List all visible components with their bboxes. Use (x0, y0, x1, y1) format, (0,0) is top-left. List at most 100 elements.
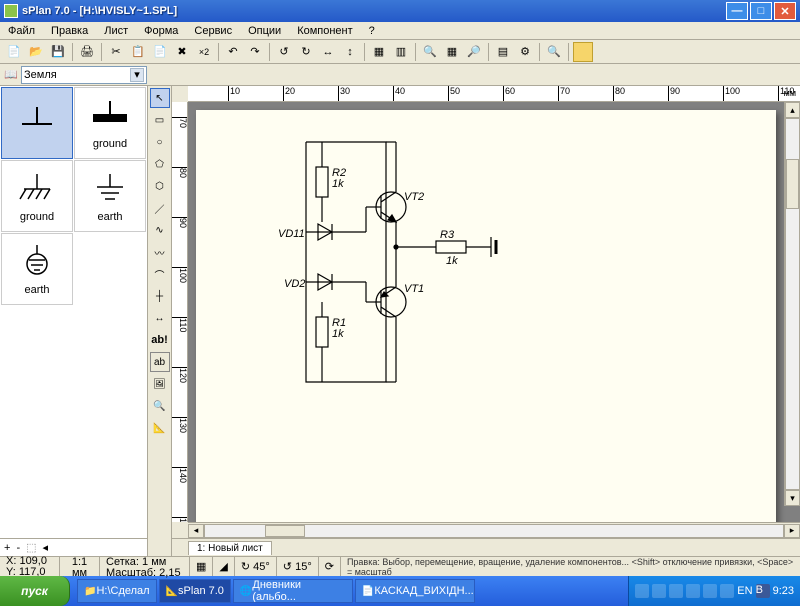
color-icon[interactable] (573, 42, 593, 62)
redo-icon[interactable]: ↷ (245, 42, 265, 62)
dimension-tool-icon[interactable]: ↔ (150, 308, 170, 328)
flip-h-icon[interactable]: ↔ (318, 42, 338, 62)
main-toolbar: 📄 📂 💾 🖨 ✂ 📋 📄 ✖ ×2 ↶ ↷ ↺ ↻ ↔ ↕ ▦ ▥ 🔍 ▦ 🔎… (0, 40, 800, 64)
open-icon[interactable]: 📂 (26, 42, 46, 62)
delete-icon[interactable]: ✖ (172, 42, 192, 62)
library-combo[interactable]: Земля ▾ (21, 66, 147, 84)
lib-item-earth-2[interactable]: earth (1, 233, 73, 305)
zoom-in-icon[interactable]: 🔍 (544, 42, 564, 62)
search-icon[interactable]: 🔎 (464, 42, 484, 62)
refresh-icon[interactable]: ⟳ (319, 557, 341, 576)
circle-tool-icon[interactable]: ○ (150, 132, 170, 152)
group-icon[interactable]: ▦ (369, 42, 389, 62)
svg-text:1k: 1k (446, 255, 458, 267)
lib-arrow-icon[interactable]: ◂ (43, 541, 49, 554)
settings-icon[interactable]: ⚙ (515, 42, 535, 62)
measure-tool-icon[interactable]: 📐 (150, 418, 170, 438)
menu-form[interactable]: Форма (140, 24, 182, 38)
svg-text:VT2: VT2 (404, 191, 424, 203)
sheet-tabs: 1: Новый лист (172, 538, 800, 556)
statusbar: X: 109,0 Y: 117,0 1:1 мм Сетка: 1 мм Мас… (0, 556, 800, 576)
poly-tool-icon[interactable]: ⬠ (150, 154, 170, 174)
angle-snap-icon[interactable]: ◢ (213, 557, 234, 576)
combo-value: Земля (24, 69, 57, 81)
lib-item-ground-3[interactable]: ground (1, 160, 73, 232)
lib-item-earth-1[interactable]: earth (74, 160, 146, 232)
menu-help[interactable]: ? (365, 24, 379, 38)
rotate-fine-icon[interactable]: ↺ (283, 560, 292, 573)
lib-item-ground-2[interactable]: ground (74, 87, 146, 159)
lib-add-icon[interactable]: + (4, 542, 10, 554)
arc-tool-icon[interactable]: ⌒ (150, 264, 170, 284)
rect-tool-icon[interactable]: ▭ (150, 110, 170, 130)
taskbar-item-2[interactable]: 📐 sPlan 7.0 (159, 579, 231, 603)
rotate-step-icon[interactable]: ↻ (241, 560, 250, 573)
taskbar: пуск 📁 H:\Сделал 📐 sPlan 7.0 🌐 Дневники … (0, 576, 800, 606)
paste-icon[interactable]: 📄 (150, 42, 170, 62)
scrollbar-horizontal[interactable]: ◂▸ (188, 522, 800, 538)
layers-icon[interactable]: ▤ (493, 42, 513, 62)
tray-icon[interactable] (720, 584, 734, 598)
pointer-tool-icon[interactable]: ↖ (150, 88, 170, 108)
close-button[interactable]: ✕ (774, 2, 796, 20)
library-bar: 📖 Земля ▾ (0, 64, 800, 86)
system-tray[interactable]: EN В 9:23 (628, 576, 800, 606)
svg-text:VT1: VT1 (404, 283, 424, 295)
tray-icon[interactable] (652, 584, 666, 598)
menubar: Файл Правка Лист Форма Сервис Опции Комп… (0, 22, 800, 40)
menu-file[interactable]: Файл (4, 24, 39, 38)
lang-indicator[interactable]: EN (737, 585, 752, 597)
sheet-tab-1[interactable]: 1: Новый лист (188, 541, 272, 555)
shape-tool-icon[interactable]: ⬡ (150, 176, 170, 196)
menu-component[interactable]: Компонент (293, 24, 356, 38)
label-tool-icon[interactable]: ab (150, 352, 170, 372)
tray-icon[interactable] (703, 584, 717, 598)
rotate-ccw-icon[interactable]: ↺ (274, 42, 294, 62)
start-button[interactable]: пуск (0, 576, 70, 606)
duplicate-icon[interactable]: ×2 (194, 42, 214, 62)
menu-edit[interactable]: Правка (47, 24, 92, 38)
clock[interactable]: 9:23 (773, 585, 794, 597)
page: R2 1k R1 1k R3 1k VT2 VT1 VD11 VD2 (196, 110, 776, 522)
bezier-tool-icon[interactable]: ∿ (150, 220, 170, 240)
tray-icon[interactable] (635, 584, 649, 598)
menu-sheet[interactable]: Лист (100, 24, 132, 38)
print-icon[interactable]: 🖨 (77, 42, 97, 62)
zoom-tool-icon[interactable]: 🔍 (420, 42, 440, 62)
taskbar-item-3[interactable]: 🌐 Дневники (альбо... (233, 579, 353, 603)
new-icon[interactable]: 📄 (4, 42, 24, 62)
titlebar: sPlan 7.0 - [H:\HVISLY~1.SPL] — □ ✕ (0, 0, 800, 22)
save-icon[interactable]: 💾 (48, 42, 68, 62)
canvas[interactable]: R2 1k R1 1k R3 1k VT2 VT1 VD11 VD2 (188, 102, 800, 522)
junction-tool-icon[interactable]: ┼ (150, 286, 170, 306)
grid-icon[interactable]: ▦ (442, 42, 462, 62)
ruler-vertical: 708090100110120130140150 (172, 102, 188, 522)
tool-palette: ↖ ▭ ○ ⬠ ⬡ ／ ∿ 〰 ⌒ ┼ ↔ ab! ab 🖼 🔍 📐 (148, 86, 172, 556)
menu-service[interactable]: Сервис (190, 24, 236, 38)
scrollbar-vertical[interactable]: ▴▾ (784, 102, 800, 506)
copy-icon[interactable]: 📋 (128, 42, 148, 62)
undo-icon[interactable]: ↶ (223, 42, 243, 62)
zoom-tool-icon[interactable]: 🔍 (150, 396, 170, 416)
lib-item-ground-1[interactable] (1, 87, 73, 159)
tray-icon[interactable] (669, 584, 683, 598)
lib-remove-icon[interactable]: - (16, 542, 20, 554)
text-tool-icon[interactable]: ab! (150, 330, 170, 350)
taskbar-item-4[interactable]: 📄 КАСКАД_ВИХІДН... (355, 579, 475, 603)
taskbar-item-1[interactable]: 📁 H:\Сделал (77, 579, 157, 603)
spline-tool-icon[interactable]: 〰 (150, 242, 170, 262)
component-library: ground ground earth earth + - ⬚ ◂ (0, 86, 148, 556)
line-tool-icon[interactable]: ／ (150, 198, 170, 218)
rotate-cw-icon[interactable]: ↻ (296, 42, 316, 62)
ungroup-icon[interactable]: ▥ (391, 42, 411, 62)
tray-icon[interactable]: В (756, 584, 770, 598)
maximize-button[interactable]: □ (750, 2, 772, 20)
menu-options[interactable]: Опции (244, 24, 285, 38)
tray-icon[interactable] (686, 584, 700, 598)
minimize-button[interactable]: — (726, 2, 748, 20)
snap-grid-icon[interactable]: ▦ (190, 557, 213, 576)
cut-icon[interactable]: ✂ (106, 42, 126, 62)
image-tool-icon[interactable]: 🖼 (150, 374, 170, 394)
combo-arrow-icon[interactable]: ▾ (130, 68, 144, 82)
flip-v-icon[interactable]: ↕ (340, 42, 360, 62)
